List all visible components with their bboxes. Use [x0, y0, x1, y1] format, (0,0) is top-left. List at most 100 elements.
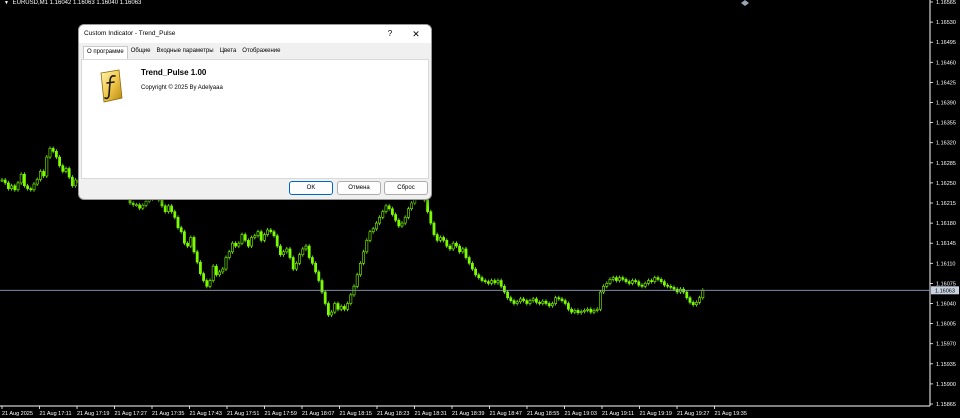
candle-body — [314, 262, 318, 273]
candle-body — [368, 231, 372, 241]
dialog-titlebar[interactable]: Custom Indicator - Trend_Pulse ? ✕ — [79, 25, 431, 43]
cancel-button[interactable]: Отмена — [337, 181, 381, 195]
candle-body — [195, 251, 199, 263]
symbol-label: EURUSD,M1 — [12, 0, 48, 6]
price-tick-label: 1.15935 — [936, 362, 956, 368]
tab-about[interactable]: О программе — [83, 46, 128, 60]
candle-body — [646, 280, 650, 284]
candle-body — [339, 306, 343, 310]
candle-body — [454, 242, 458, 247]
candle-body — [426, 199, 430, 212]
candle-body — [518, 298, 522, 303]
candle-body — [627, 281, 631, 284]
candle-body — [247, 240, 250, 247]
time-tick-label: 21 Aug 17:43 — [190, 411, 222, 417]
ok-button[interactable]: OK — [289, 181, 333, 195]
candle-body — [199, 261, 202, 274]
candle-body — [240, 234, 244, 244]
candle-body — [0, 179, 4, 182]
candle-body — [253, 235, 257, 238]
candle-body — [135, 204, 138, 207]
candle-body — [403, 217, 407, 224]
candle-body — [74, 179, 78, 187]
candle-body — [406, 208, 410, 218]
price-tick-label: 1.16285 — [936, 161, 956, 167]
candle-body — [582, 310, 586, 312]
tab-visualization[interactable]: Отображение — [239, 46, 283, 59]
candle-body — [502, 285, 506, 293]
time-tick-label: 21 Aug 2025 — [2, 411, 33, 417]
help-button[interactable]: ? — [383, 28, 397, 40]
candle-body — [138, 204, 142, 209]
candle-body — [381, 211, 385, 218]
candle-body — [58, 156, 62, 166]
time-tick-label: 21 Aug 19:19 — [640, 411, 672, 417]
candle-body — [630, 280, 634, 284]
candle-body — [576, 310, 580, 313]
time-tick-label: 21 Aug 18:39 — [452, 411, 484, 417]
time-tick-label: 21 Aug 17:27 — [115, 411, 147, 417]
candle-body — [438, 237, 442, 241]
candle-body — [554, 297, 558, 304]
reset-button[interactable]: Сброс — [384, 181, 428, 195]
candle-body — [461, 248, 465, 253]
candle-body — [243, 234, 247, 241]
tab-common[interactable]: Общие — [128, 46, 154, 59]
candle-body — [259, 231, 263, 241]
candle-body — [538, 302, 542, 304]
price-tick-label: 1.16460 — [936, 60, 956, 66]
candle-body — [410, 202, 414, 210]
candle-body — [384, 205, 388, 212]
candle-body — [394, 214, 398, 221]
candle-body — [54, 151, 58, 158]
candle-body — [221, 268, 225, 273]
dropdown-triangle-icon[interactable]: ▼ — [4, 0, 9, 6]
tab-inputs[interactable]: Входные параметры — [153, 46, 216, 59]
candle-body — [176, 217, 180, 228]
candle-body — [205, 280, 209, 287]
candle-body — [486, 281, 490, 284]
candle-body — [7, 182, 10, 189]
tab-colors[interactable]: Цвета — [217, 46, 240, 59]
price-tick-label: 1.15865 — [936, 402, 956, 408]
close-button[interactable]: ✕ — [409, 28, 423, 40]
candle-body — [656, 277, 660, 280]
candle-body — [685, 291, 689, 299]
candle-body — [621, 277, 625, 280]
candle-body — [672, 287, 676, 290]
candle-body — [666, 284, 670, 287]
time-tick-label: 21 Aug 19:11 — [602, 411, 634, 417]
candle-body — [397, 219, 401, 227]
candle-body — [637, 281, 641, 286]
candle-body — [282, 251, 286, 255]
candle-body — [42, 171, 46, 177]
time-tick-label: 21 Aug 19:03 — [565, 411, 597, 417]
candle-body — [483, 280, 487, 282]
chart-shift-marker-icon[interactable] — [741, 0, 749, 6]
time-tick-label: 21 Aug 18:55 — [527, 411, 559, 417]
candle-body — [349, 294, 353, 304]
candle-body — [659, 279, 663, 282]
candle-body — [432, 222, 436, 235]
candle-body — [544, 300, 548, 304]
candle-body — [611, 277, 615, 280]
candle-body — [362, 251, 366, 264]
current-price-label: 1.16063 — [935, 288, 955, 294]
candle-body — [208, 280, 212, 287]
candle-body — [605, 283, 609, 287]
candle-body — [3, 179, 7, 184]
candle-body — [342, 306, 346, 310]
candle-body — [330, 311, 334, 316]
candle-body — [358, 262, 362, 276]
candle-body — [173, 211, 177, 218]
candle-body — [592, 310, 596, 313]
candle-body — [474, 268, 478, 276]
candle-body — [547, 303, 551, 307]
candle-body — [624, 279, 628, 282]
candle-body — [291, 257, 295, 270]
candle-body — [566, 303, 570, 310]
candle-body — [22, 173, 26, 187]
time-tick-label: 21 Aug 18:07 — [302, 411, 334, 417]
candle-body — [67, 168, 71, 178]
candle-body — [512, 300, 516, 304]
